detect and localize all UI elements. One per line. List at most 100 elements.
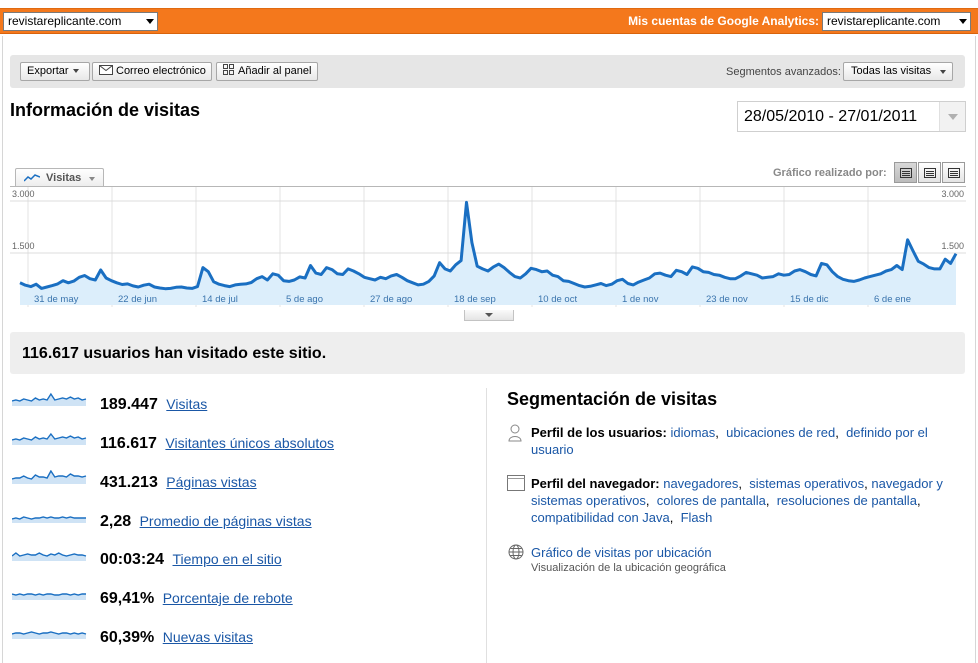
date-range-picker[interactable]: 28/05/2010 - 27/01/2011 [737,101,966,132]
dashboard-label: Añadir al panel [238,65,312,77]
link-browsers[interactable]: navegadores [663,476,738,491]
stat-number: 189.447 [100,396,158,413]
dashboard-icon [223,64,234,75]
link-screen-resolutions[interactable]: resoluciones de pantalla [777,493,917,508]
stat-number: 69,41% [100,590,155,607]
y-tick-label: 3.000 [12,189,35,199]
x-tick-label: 6 de ene [874,294,911,305]
link-network-locations[interactable]: ubicaciones de red [726,425,835,440]
link-screen-colors[interactable]: colores de pantalla [657,493,766,508]
calendar-month-icon [948,168,960,178]
chart-area [20,202,956,305]
sparkline-icon [12,593,86,600]
envelope-icon [99,65,113,75]
sparkline-icon [12,631,87,639]
x-tick-label: 31 de may [34,294,79,305]
y-tick-label-right: 1.500 [941,241,964,251]
link-languages[interactable]: idiomas [670,425,715,440]
visits-chart: 3.000 3.000 1.500 1.500 31 de may 22 de jun 14… [10,186,966,310]
x-tick-label: 5 de ago [286,294,323,305]
graph-by-month-button[interactable] [942,162,965,183]
x-tick-label: 27 de ago [370,294,412,305]
metric-label: Visitas [46,172,82,184]
email-button[interactable]: Correo electrónico [92,62,212,81]
user-profile-label: Perfil de los usuarios: [531,425,667,440]
browser-profile-block: Perfil del navegador: navegadores, siste… [531,476,943,525]
stat-value: 00:03:24 Tiempo en el sitio [100,551,282,569]
browser-profile-label: Perfil del navegador: [531,476,660,491]
account-bar: revistareplicante.com Mis cuentas de Goo… [0,8,978,34]
browser-window-icon [507,475,525,491]
chevron-down-icon[interactable] [939,102,965,131]
stat-link[interactable]: Páginas vistas [166,474,256,490]
graph-by-day-button[interactable] [894,162,917,183]
chevron-down-icon [959,19,967,24]
user-icon [508,424,522,442]
stat-value: 69,41% Porcentaje de rebote [100,590,293,608]
chart-collapse-toggle[interactable] [464,310,514,321]
x-tick-label: 1 de nov [622,294,659,305]
chevron-down-icon [89,177,95,181]
report-toolbar: Exportar Correo electrónico Añadir al pa… [10,55,965,88]
stat-number: 60,39% [100,629,155,646]
link-operating-systems[interactable]: sistemas operativos [749,476,864,491]
x-tick-label: 22 de jun [118,294,157,305]
export-button[interactable]: Exportar [20,62,90,81]
link-flash[interactable]: Flash [681,510,713,525]
link-java-support[interactable]: compatibilidad con Java [531,510,670,525]
stat-link[interactable]: Visitas [166,396,207,412]
stat-link[interactable]: Tiempo en el sitio [173,551,282,567]
visits-chart-svg: 3.000 3.000 1.500 1.500 31 de may 22 de jun 14… [10,187,966,307]
stat-number: 116.617 [100,435,157,452]
x-tick-label: 14 de jul [202,294,238,305]
stat-number: 00:03:24 [100,551,165,568]
sparkline-icon [12,392,87,406]
stat-value: 60,39% Nuevas visitas [100,629,253,647]
geo-map-block: Gráfico de visitas por ubicación Visuali… [531,544,971,576]
segments-value: Todas las visitas [851,65,932,77]
user-profile-block: Perfil de los usuarios: idiomas, ubicaci… [531,425,928,457]
segments-select[interactable]: Todas las visitas [843,62,953,81]
segmentation-title: Segmentación de visitas [507,389,718,409]
site-select-value: revistareplicante.com [8,14,122,28]
graph-by-label: Gráfico realizado por: [773,167,887,179]
chevron-down-icon [146,19,154,24]
stat-link[interactable]: Promedio de páginas vistas [140,513,312,529]
calendar-week-icon [924,168,936,178]
line-chart-icon [24,174,40,182]
x-tick-label: 23 de nov [706,294,748,305]
accounts-label: Mis cuentas de Google Analytics: [628,14,819,28]
column-divider [486,388,487,663]
summary-banner: 116.617 usuarios han visitado este sitio… [10,332,965,374]
stat-value: 431.213 Páginas vistas [100,474,257,492]
x-tick-label: 18 de sep [454,294,496,305]
metric-select[interactable]: Visitas [15,168,104,187]
globe-icon [508,544,524,560]
sparkline-icon [12,432,87,445]
sparkline-icon [12,470,87,484]
stat-link[interactable]: Nuevas visitas [163,629,253,645]
graph-by-week-button[interactable] [918,162,941,183]
geo-map-description: Visualización de la ubicación geográfica [531,562,726,574]
export-label: Exportar [27,65,69,77]
stat-link[interactable]: Porcentaje de rebote [163,590,293,606]
stat-value: 189.447 Visitas [100,396,207,414]
email-label: Correo electrónico [116,65,206,77]
chevron-down-icon [72,69,79,74]
summary-text: 116.617 usuarios han visitado este sitio… [22,345,327,362]
stat-number: 2,28 [100,513,132,530]
stat-value: 2,28 Promedio de páginas vistas [100,513,312,531]
site-select[interactable]: revistareplicante.com [3,12,158,31]
stat-link[interactable]: Visitantes únicos absolutos [165,435,334,451]
calendar-day-icon [900,168,912,178]
stat-number: 431.213 [100,474,158,491]
date-range-value: 28/05/2010 - 27/01/2011 [744,108,918,125]
add-to-dashboard-button[interactable]: Añadir al panel [216,62,318,81]
y-tick-label-right: 3.000 [941,189,964,199]
page-title: Información de visitas [10,100,201,120]
x-tick-label: 10 de oct [538,294,577,305]
account-select[interactable]: revistareplicante.com [822,12,971,31]
link-geo-map[interactable]: Gráfico de visitas por ubicación [531,545,712,560]
segments-label: Segmentos avanzados: [726,66,841,78]
stat-value: 116.617 Visitantes únicos absolutos [100,435,334,453]
